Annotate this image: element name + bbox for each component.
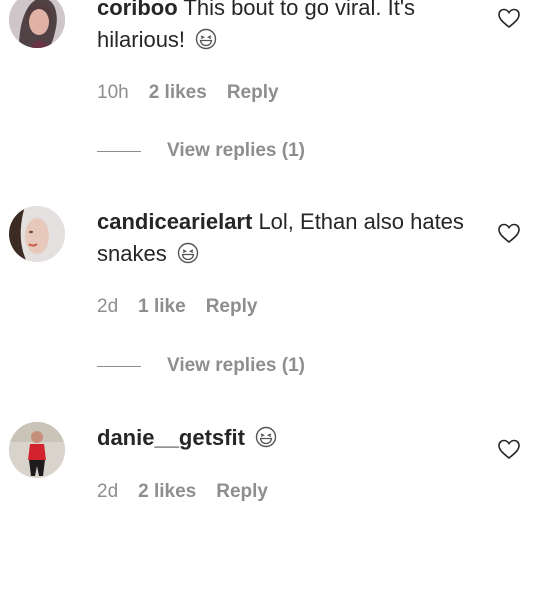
comment-time[interactable]: 2d (97, 481, 118, 503)
comment-meta: 10h 2 likes Reply (97, 82, 279, 104)
comment-username[interactable]: coriboo (97, 0, 178, 20)
avatar[interactable] (9, 0, 65, 48)
view-replies-label: View replies (1) (167, 355, 305, 376)
like-heart-icon[interactable] (497, 222, 521, 244)
comment-time[interactable]: 2d (97, 296, 118, 318)
view-replies-label: View replies (1) (167, 140, 305, 161)
reply-button[interactable]: Reply (227, 82, 279, 104)
replies-divider-line (97, 150, 141, 152)
reply-button[interactable]: Reply (206, 296, 258, 318)
reply-button[interactable]: Reply (216, 481, 268, 503)
view-replies-button[interactable]: View replies (1) (97, 140, 305, 162)
comment-time[interactable]: 10h (97, 82, 129, 104)
comment-meta: 2d 1 like Reply (97, 296, 257, 318)
comment-likes[interactable]: 1 like (138, 296, 186, 318)
comment-body: danie__getsfit (97, 422, 482, 454)
comment-username[interactable]: danie__getsfit (97, 425, 245, 450)
avatar[interactable] (9, 206, 65, 262)
comment-body: candicearielart Lol, Ethan also hates sn… (97, 206, 482, 270)
comment-username[interactable]: candicearielart (97, 209, 252, 234)
grinning-squint-emoji-icon (255, 425, 277, 448)
avatar[interactable] (9, 422, 65, 478)
comment-meta: 2d 2 likes Reply (97, 481, 268, 503)
comment-likes[interactable]: 2 likes (138, 481, 196, 503)
comment-likes[interactable]: 2 likes (149, 82, 207, 104)
comment-body: coriboo This bout to go viral. It's hila… (97, 0, 482, 56)
replies-divider-line (97, 365, 141, 367)
like-heart-icon[interactable] (497, 438, 521, 460)
grinning-squint-emoji-icon (195, 27, 217, 50)
grinning-squint-emoji-icon (177, 241, 199, 264)
view-replies-button[interactable]: View replies (1) (97, 355, 305, 377)
like-heart-icon[interactable] (497, 7, 521, 29)
